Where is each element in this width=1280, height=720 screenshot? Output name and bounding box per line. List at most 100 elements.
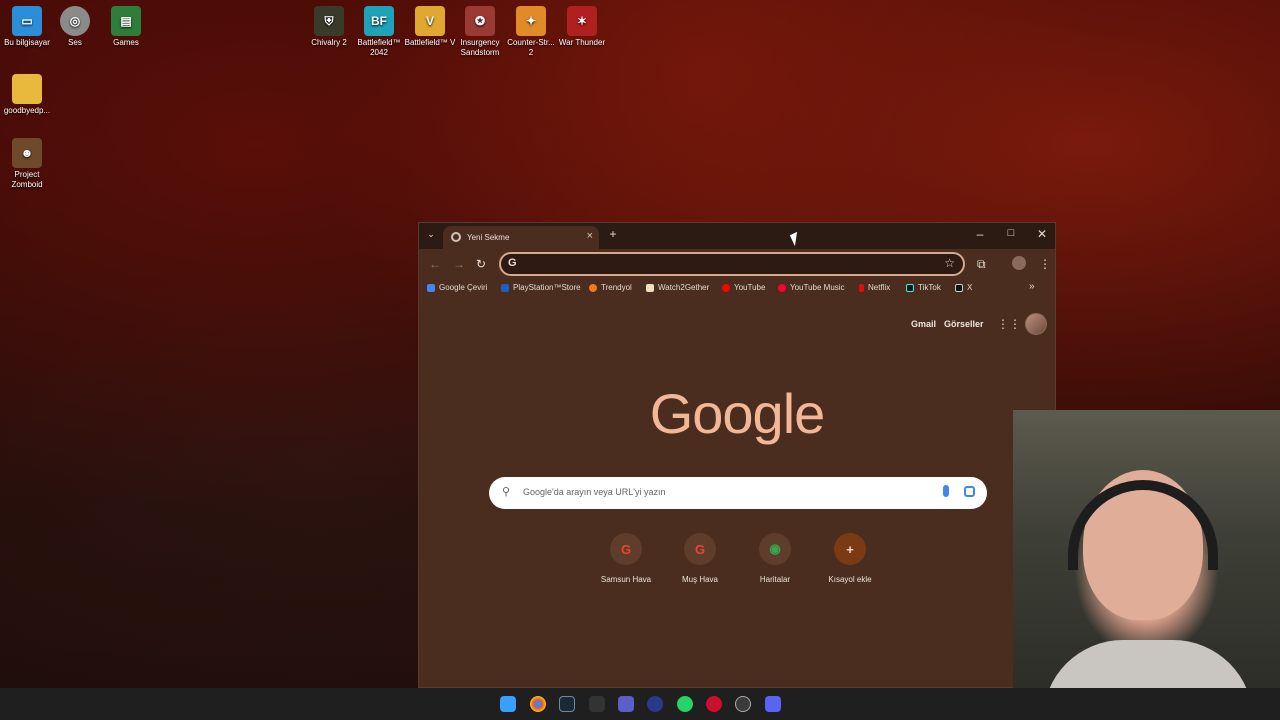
bookmarks-overflow-button[interactable]: » <box>1029 281 1035 292</box>
address-bar[interactable]: G ☆ <box>499 252 965 276</box>
search-icon: ⚲ <box>502 486 511 498</box>
project-zomboid-icon: ☻ <box>12 138 42 168</box>
shortcut-mus-hava[interactable]: G Muş Hava <box>660 533 740 584</box>
search-placeholder: Google'da arayın veya URL'yi yazın <box>523 487 666 497</box>
ea-app-icon[interactable] <box>647 696 663 712</box>
epic-games-icon[interactable] <box>589 696 605 712</box>
bookmark-google-translate[interactable]: Google Çeviri <box>427 283 487 292</box>
google-maps-icon: ◉ <box>759 533 791 565</box>
bookmark-watch2gether[interactable]: Watch2Gether <box>646 283 709 292</box>
start-icon[interactable] <box>500 696 516 712</box>
opera-gx-icon[interactable] <box>706 696 722 712</box>
watch2gether-icon <box>646 283 654 292</box>
tiktok-icon <box>906 283 914 292</box>
minimize-button[interactable]: – <box>971 227 989 241</box>
google-translate-icon <box>427 283 435 292</box>
bookmark-youtube[interactable]: YouTube <box>722 283 765 292</box>
counter-strike-icon: ✦ <box>516 6 546 36</box>
bookmark-tiktok[interactable]: TikTok <box>906 283 941 292</box>
headphones-icon <box>1068 480 1218 570</box>
desktop-icon-sound[interactable]: ◎ Ses <box>48 6 102 48</box>
shortcut-label: Samsun Hava <box>600 575 652 584</box>
bookmark-label: YouTube <box>734 283 766 292</box>
youtube-icon <box>722 283 730 292</box>
menu-kebab-icon[interactable]: ⋮ <box>1039 257 1051 271</box>
desktop-icon-counter-strike[interactable]: ✦ Counter-Str... 2 <box>504 6 558 58</box>
bookmark-youtube-music[interactable]: YouTube Music <box>778 283 845 292</box>
teams-icon[interactable] <box>618 696 634 712</box>
search-box[interactable]: ⚲ Google'da arayın veya URL'yi yazın <box>489 477 987 509</box>
bookmark-label: Google Çeviri <box>439 283 488 292</box>
battlefield-v-icon: V <box>415 6 445 36</box>
google-g-icon: G <box>684 533 716 565</box>
desktop-icon-battlefield-2042[interactable]: BF Battlefield™ 2042 <box>352 6 406 58</box>
plus-icon: + <box>834 533 866 565</box>
tab-new-tab[interactable]: Yeni Sekme × <box>443 226 599 249</box>
forward-icon[interactable]: → <box>453 257 465 271</box>
bookmark-label: YouTube Music <box>790 283 845 292</box>
bookmark-playstation-store[interactable]: PlayStation™Store <box>501 283 581 292</box>
toolbar: ← → ↻ G ☆ ⧉ ⋮ <box>419 249 1055 279</box>
trendyol-icon <box>589 283 597 292</box>
back-icon[interactable]: ← <box>429 257 441 271</box>
maximize-button[interactable]: □ <box>1002 227 1020 239</box>
games-folder-icon: ▤ <box>111 6 141 36</box>
playstation-icon <box>501 283 509 292</box>
chrome-window: ⌄ Yeni Sekme × + – □ ✕ ← → ↻ G ☆ ⧉ ⋮ Goo… <box>418 222 1056 688</box>
discord-icon[interactable] <box>765 696 781 712</box>
desktop-icon-label: War Thunder <box>558 38 606 47</box>
extensions-icon[interactable]: ⧉ <box>977 257 986 272</box>
desktop-icon-this-pc[interactable]: ▭ Bu bilgisayar <box>0 6 54 48</box>
bookmark-label: Trendyol <box>601 283 632 292</box>
taskbar <box>0 688 1280 720</box>
bookmark-trendyol[interactable]: Trendyol <box>589 283 632 292</box>
new-tab-button[interactable]: + <box>604 227 622 241</box>
bookmarks-bar: Google Çeviri PlayStation™Store Trendyol… <box>419 281 1055 297</box>
bookmark-netflix[interactable]: Netflix <box>859 283 890 292</box>
images-link[interactable]: Görseller <box>944 319 984 329</box>
folder-icon <box>12 74 42 104</box>
chrome-icon[interactable] <box>530 696 546 712</box>
google-apps-grid-icon[interactable]: ⋮⋮ <box>997 318 1021 330</box>
bookmark-label: X <box>967 283 973 292</box>
bookmark-label: Netflix <box>868 283 891 292</box>
add-shortcut-button[interactable]: + Kısayol ekle <box>810 533 890 584</box>
desktop-icon-chivalry-2[interactable]: ⛨ Chivalry 2 <box>302 6 356 48</box>
reload-icon[interactable]: ↻ <box>476 257 486 271</box>
whatsapp-icon[interactable] <box>677 696 693 712</box>
desktop-icon-label: Ses <box>68 38 82 47</box>
obs-icon[interactable] <box>735 696 751 712</box>
google-g-icon: G <box>508 257 517 269</box>
desktop-icon-folder[interactable]: goodbyedp... <box>0 74 54 116</box>
close-tab-icon[interactable]: × <box>587 230 593 242</box>
desktop-icon-label: Counter-Str... 2 <box>507 38 555 57</box>
bookmark-label: Watch2Gether <box>658 283 710 292</box>
profile-avatar[interactable] <box>1012 256 1026 270</box>
tab-search-icon[interactable]: ⌄ <box>422 229 440 240</box>
gmail-link[interactable]: Gmail <box>911 319 936 329</box>
desktop-icon-games[interactable]: ▤ Games <box>99 6 153 48</box>
bookmark-star-icon[interactable]: ☆ <box>944 256 955 270</box>
desktop-icon-insurgency[interactable]: ✪ Insurgency Sandstorm <box>453 6 507 58</box>
voice-search-icon[interactable] <box>943 485 949 497</box>
desktop-icon-battlefield-v[interactable]: V Battlefield™ V <box>403 6 457 48</box>
shortcut-label: Haritalar <box>759 575 791 584</box>
title-bar[interactable]: ⌄ Yeni Sekme × + – □ ✕ <box>419 223 1055 249</box>
desktop-icon-label: Games <box>113 38 139 47</box>
steam-icon[interactable] <box>559 696 575 712</box>
shortcut-samsun-hava[interactable]: G Samsun Hava <box>586 533 666 584</box>
close-window-button[interactable]: ✕ <box>1033 227 1051 241</box>
bookmark-x[interactable]: X <box>955 283 972 292</box>
x-icon <box>955 283 963 292</box>
account-avatar[interactable] <box>1025 313 1047 335</box>
desktop-icon-war-thunder[interactable]: ✶ War Thunder <box>555 6 609 48</box>
desktop-icon-label: Insurgency Sandstorm <box>460 38 500 57</box>
computer-icon: ▭ <box>12 6 42 36</box>
desktop-icon-label: Bu bilgisayar <box>4 38 50 47</box>
desktop-icon-project-zomboid[interactable]: ☻ Project Zomboid <box>0 138 54 190</box>
chivalry-2-icon: ⛨ <box>314 6 344 36</box>
desktop-icon-label: Project Zomboid <box>11 170 43 189</box>
google-lens-icon[interactable] <box>964 486 975 497</box>
shortcut-haritalar[interactable]: ◉ Haritalar <box>735 533 815 584</box>
tab-title: Yeni Sekme <box>467 233 510 242</box>
